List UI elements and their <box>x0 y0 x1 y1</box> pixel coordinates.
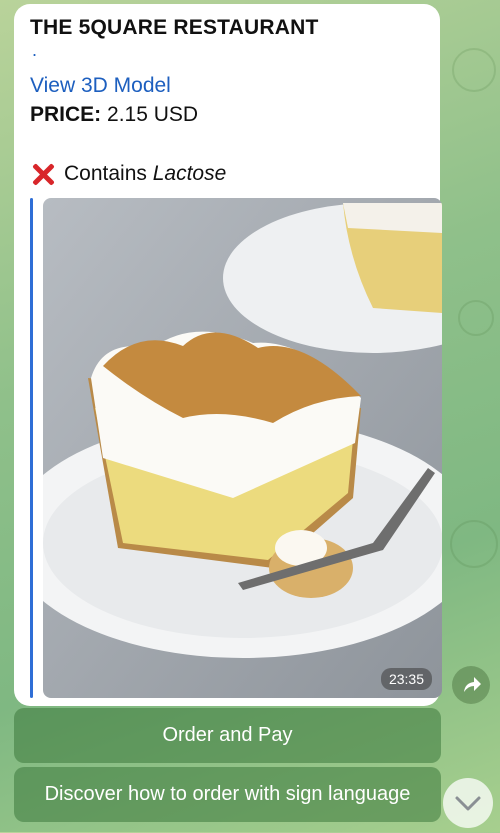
background-doodle <box>458 300 494 336</box>
background-doodle <box>452 48 496 92</box>
allergen-prefix: Contains <box>64 162 147 185</box>
pie-photo <box>43 198 442 698</box>
cross-mark-icon <box>30 161 56 187</box>
sign-language-order-button[interactable]: Discover how to order with sign language <box>14 767 441 822</box>
quote-bar <box>30 198 33 698</box>
order-and-pay-button[interactable]: Order and Pay <box>14 708 441 763</box>
allergen-name: Lactose <box>152 162 227 185</box>
price-line: PRICE: 2.15 USD <box>30 103 198 127</box>
chevron-down-icon <box>455 796 481 811</box>
background-doodle <box>450 520 498 568</box>
message-bubble: THE 5QUARE RESTAURANT . View 3D Model PR… <box>14 4 442 706</box>
share-button[interactable] <box>452 666 490 704</box>
video-duration: 23:35 <box>380 668 432 690</box>
share-arrow-icon <box>464 677 481 692</box>
allergen-warning: Contains Lactose <box>30 161 226 187</box>
price-value: 2.15 USD <box>107 103 199 126</box>
scroll-down-button[interactable] <box>443 778 493 828</box>
view-3d-model-link[interactable]: View 3D Model <box>30 74 171 98</box>
restaurant-title: THE 5QUARE RESTAURANT <box>30 16 319 39</box>
separator-dot: . <box>32 40 38 60</box>
video-preview[interactable]: 23:35 <box>43 198 442 698</box>
price-label: PRICE: <box>30 103 102 126</box>
